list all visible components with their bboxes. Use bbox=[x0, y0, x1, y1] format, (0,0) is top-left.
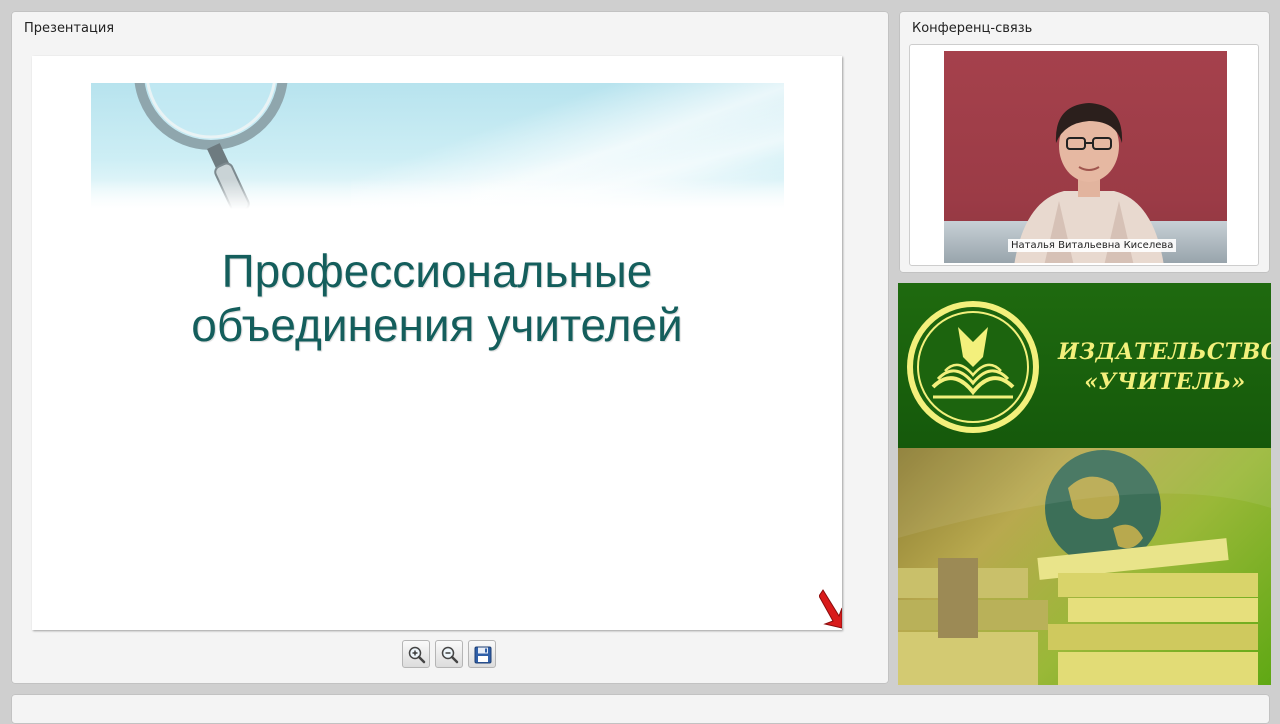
presentation-panel: Презентация Профессиональные объединения… bbox=[11, 11, 889, 684]
ad-publisher-subtitle: «УЧИТЕЛЬ» bbox=[1084, 369, 1246, 395]
publisher-logo-icon bbox=[907, 301, 1039, 433]
zoom-out-button[interactable] bbox=[435, 640, 463, 668]
save-icon bbox=[474, 646, 492, 664]
speaker-video[interactable]: Наталья Витальевна Киселева bbox=[944, 51, 1227, 263]
video-frame: Наталья Витальевна Киселева bbox=[909, 44, 1259, 266]
pointer-arrow-icon bbox=[819, 589, 842, 629]
publisher-advertisement[interactable]: ИЗДАТЕЛЬСТВО «УЧИТЕЛЬ» bbox=[898, 283, 1271, 685]
ad-header: ИЗДАТЕЛЬСТВО «УЧИТЕЛЬ» bbox=[898, 283, 1271, 448]
slide-title-line-1: Профессиональные bbox=[221, 245, 653, 297]
conference-panel-title: Конференц-связь bbox=[912, 21, 1033, 36]
speaker-figure bbox=[1014, 103, 1164, 263]
save-button[interactable] bbox=[468, 640, 496, 668]
slide-title-line-2: объединения учителей bbox=[191, 299, 683, 351]
presentation-slide[interactable]: Профессиональные объединения учителей bbox=[32, 56, 842, 630]
slide-title: Профессиональные объединения учителей bbox=[32, 244, 842, 352]
ad-books-globe-image bbox=[898, 448, 1271, 685]
slide-banner-image bbox=[91, 83, 784, 209]
presentation-panel-title: Презентация bbox=[24, 21, 115, 36]
zoom-in-icon bbox=[408, 646, 426, 664]
speaker-name-label: Наталья Витальевна Киселева bbox=[1008, 239, 1177, 252]
conference-panel: Конференц-связь Наталья Витальевна Кисел… bbox=[899, 11, 1270, 273]
zoom-out-icon bbox=[441, 646, 459, 664]
ad-publisher-name: ИЗДАТЕЛЬСТВО bbox=[1058, 339, 1271, 365]
zoom-in-button[interactable] bbox=[402, 640, 430, 668]
